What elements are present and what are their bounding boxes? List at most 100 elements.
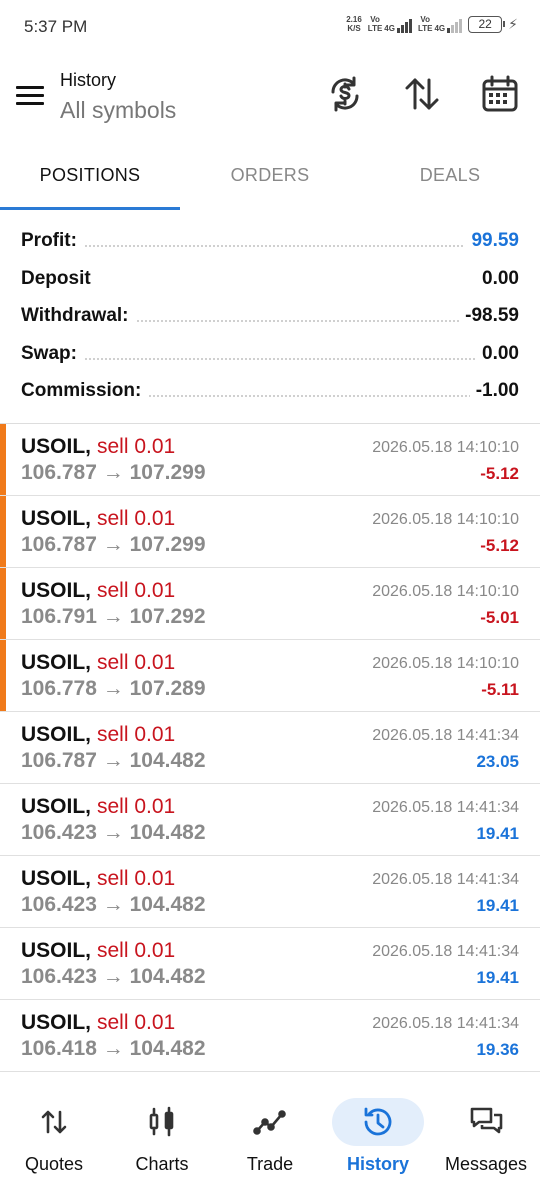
deal-prices: 106.423 → 104.482 [21,821,206,844]
signal-bars-icon [396,19,412,33]
list-item[interactable]: USOIL, sell 0.01 106.423 → 104.482 2026.05.… [0,856,540,928]
list-item[interactable]: USOIL, sell 0.01 106.423 → 104.482 2026.05.… [0,928,540,1000]
quotes-arrows-icon [41,1110,67,1134]
deal-symbol: USOIL, [21,507,92,530]
calendar-icon[interactable] [480,74,520,114]
sort-icon[interactable] [402,74,442,114]
deal-profit: -5.12 [480,464,519,483]
deal-time: 2026.05.18 14:41:34 [372,1015,519,1032]
deal-prices: 106.787 → 107.299 [21,533,206,556]
chat-bubbles-icon [470,1107,503,1134]
price-arrow-icon: → [102,677,124,700]
price-arrow-icon: → [102,461,124,484]
deal-side: sell 0.01 [97,507,176,530]
deal-symbol: USOIL, [21,939,92,962]
deal-time: 2026.05.18 14:41:34 [372,727,519,744]
tab-deals[interactable]: DEALS [360,150,540,210]
tab-positions[interactable]: POSITIONS [0,150,180,210]
summary-panel: Profit: 99.59 Deposit 0.00 Withdrawal: -… [0,222,540,410]
summary-row-deposit: Deposit 0.00 [21,267,519,290]
deal-profit: -5.01 [480,608,519,627]
deal-symbol: USOIL, [21,723,92,746]
deal-prices: 106.778 → 107.289 [21,677,206,700]
nav-quotes[interactable]: Quotes [0,1086,108,1186]
deal-time: 2026.05.18 14:10:10 [372,655,519,672]
price-arrow-icon: → [102,533,124,556]
list-item[interactable]: USOIL, sell 0.01 106.423 → 104.482 2026.05.… [0,784,540,856]
deal-side: sell 0.01 [97,1011,176,1034]
deal-prices: 106.418 → 104.482 [21,1037,206,1060]
list-item[interactable]: USOIL, sell 0.01 106.787 → 107.299 2026.05.… [0,424,540,496]
symbol-filter[interactable]: All symbols [60,97,176,124]
deal-side: sell 0.01 [97,867,176,890]
app-header: History All symbols [0,62,540,132]
deal-symbol: USOIL, [21,651,92,674]
deposit-value: 0.00 [476,267,519,290]
nav-messages[interactable]: Messages [432,1086,540,1186]
deal-time: 2026.05.18 14:41:34 [372,943,519,960]
deal-side: sell 0.01 [97,723,176,746]
nav-trade[interactable]: Trade [216,1086,324,1186]
deal-profit: 23.05 [476,752,519,771]
tab-orders[interactable]: ORDERS [180,150,360,210]
deal-profit: 19.36 [476,1040,519,1059]
battery-icon: 22 [468,15,506,33]
deal-symbol: USOIL, [21,579,92,602]
nav-history[interactable]: History [324,1086,432,1186]
deal-symbol: USOIL, [21,1011,92,1034]
deal-profit: -5.12 [480,536,519,555]
history-clock-icon [364,1107,392,1136]
status-indicators: 2.16 K/S Vo LTE 4G Vo LTE 4G 22 ⚡ [346,15,518,33]
summary-row-withdrawal: Withdrawal: -98.59 [21,305,519,327]
sim1-signal: Vo LTE 4G [368,15,412,33]
currency-exchange-icon[interactable] [325,74,365,114]
trend-line-icon [253,1110,286,1135]
list-item[interactable]: USOIL, sell 0.01 106.787 → 104.482 2026.05.… [0,712,540,784]
swap-value: 0.00 [476,342,519,365]
page-title: History [60,70,117,90]
summary-row-swap: Swap: 0.00 [21,342,519,365]
list-item[interactable]: USOIL, sell 0.01 106.778 → 107.289 2026.05.… [0,640,540,712]
summary-row-profit: Profit: 99.59 [21,230,519,252]
deal-symbol: USOIL, [21,435,92,458]
list-item[interactable]: USOIL, sell 0.01 106.787 → 107.299 2026.05.… [0,496,540,568]
deal-side: sell 0.01 [97,579,176,602]
price-arrow-icon: → [102,749,124,772]
bottom-navigation: Quotes Charts Trade History Messages [0,1086,540,1186]
price-arrow-icon: → [102,893,124,916]
history-tabs: POSITIONS ORDERS DEALS [0,150,540,210]
deal-prices: 106.423 → 104.482 [21,893,206,916]
price-arrow-icon: → [102,1037,124,1060]
position-list: USOIL, sell 0.01 106.787 → 107.299 2026.05.… [0,424,540,1072]
deal-side: sell 0.01 [97,435,176,458]
network-speed: 2.16 K/S [346,15,362,33]
deal-symbol: USOIL, [21,867,92,890]
sim2-signal: Vo LTE 4G [418,15,463,33]
price-arrow-icon: → [102,605,124,628]
status-time: 5:37 PM [24,17,88,36]
deal-side: sell 0.01 [97,939,176,962]
price-arrow-icon: → [102,821,124,844]
deal-side: sell 0.01 [97,795,176,818]
withdrawal-value: -98.59 [459,305,519,327]
commission-value: -1.00 [469,380,519,402]
deal-prices: 106.787 → 107.299 [21,461,206,484]
deal-profit: -5.11 [481,680,519,699]
deal-profit: 19.41 [476,968,519,987]
signal-bars-icon [447,19,463,33]
list-item[interactable]: USOIL, sell 0.01 106.418 → 104.482 2026.05.… [0,1000,540,1072]
candlestick-icon [149,1106,174,1137]
deal-time: 2026.05.18 14:10:10 [372,583,519,600]
deal-side: sell 0.01 [97,651,176,674]
deal-profit: 19.41 [476,824,519,843]
deal-profit: 19.41 [476,896,519,915]
profit-value: 99.59 [465,230,519,252]
nav-charts[interactable]: Charts [108,1086,216,1186]
deal-time: 2026.05.18 14:10:10 [372,439,519,456]
deal-time: 2026.05.18 14:41:34 [372,799,519,816]
list-item[interactable]: USOIL, sell 0.01 106.791 → 107.292 2026.05.… [0,568,540,640]
menu-icon[interactable] [16,86,44,106]
charging-icon: ⚡ [508,15,518,32]
summary-row-commission: Commission: -1.00 [21,380,519,402]
price-arrow-icon: → [102,965,124,988]
